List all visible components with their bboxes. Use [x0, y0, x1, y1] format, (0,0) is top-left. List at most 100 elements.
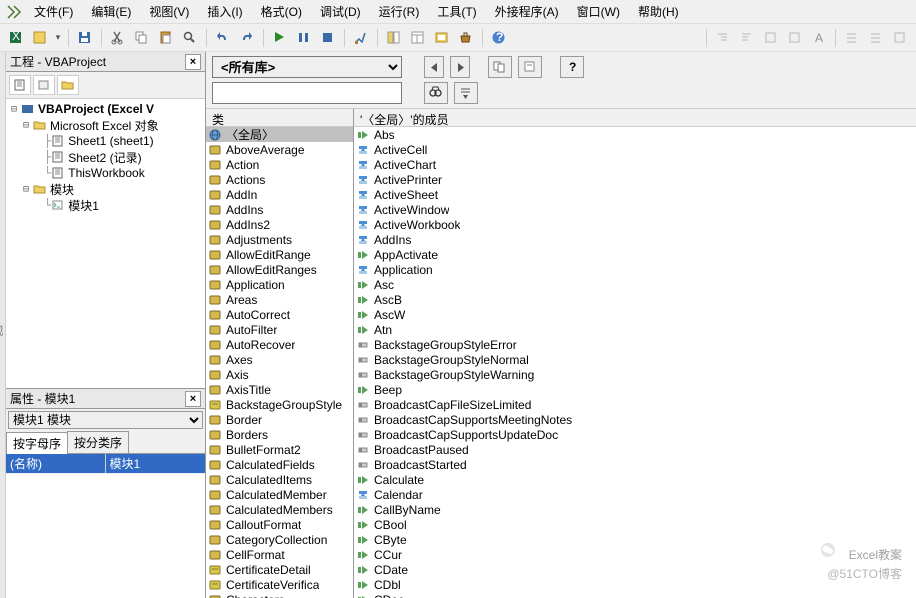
member-item[interactable]: CallByName — [354, 502, 916, 517]
class-item[interactable]: Adjustments — [206, 232, 353, 247]
member-item[interactable]: Application — [354, 262, 916, 277]
menu-debug[interactable]: 调试(D) — [312, 1, 369, 22]
class-item[interactable]: AddIns — [206, 202, 353, 217]
tb-icon-3[interactable] — [761, 28, 781, 48]
classes-list[interactable]: 〈全局〉AboveAverageActionActionsAddInAddIns… — [206, 127, 353, 598]
class-item[interactable]: CertificateDetail — [206, 562, 353, 577]
member-item[interactable]: Atn — [354, 322, 916, 337]
class-item[interactable]: CalculatedMember — [206, 487, 353, 502]
collapse-icon[interactable]: ⊟ — [20, 120, 32, 131]
member-item[interactable]: ActiveWorkbook — [354, 217, 916, 232]
tree-thisworkbook[interactable]: └ ThisWorkbook — [8, 165, 203, 181]
menu-window[interactable]: 窗口(W) — [569, 1, 628, 22]
member-item[interactable]: Beep — [354, 382, 916, 397]
design-icon[interactable] — [351, 28, 371, 48]
tb-icon-6[interactable] — [842, 28, 862, 48]
properties-grid[interactable]: (名称) 模块1 — [6, 454, 205, 598]
menu-edit[interactable]: 编辑(E) — [83, 1, 139, 22]
class-item[interactable]: BulletFormat2 — [206, 442, 353, 457]
member-item[interactable]: AddIns — [354, 232, 916, 247]
member-item[interactable]: BroadcastCapFileSizeLimited — [354, 397, 916, 412]
view-code-icon[interactable] — [9, 75, 31, 95]
member-item[interactable]: ActiveWindow — [354, 202, 916, 217]
menu-tools[interactable]: 工具(T) — [429, 1, 484, 22]
property-row[interactable]: (名称) 模块1 — [6, 454, 205, 474]
tb-icon-4[interactable] — [785, 28, 805, 48]
class-item[interactable]: CalculatedMembers — [206, 502, 353, 517]
class-item[interactable]: CalculatedItems — [206, 472, 353, 487]
help-icon[interactable]: ? — [560, 56, 584, 78]
find-icon[interactable] — [180, 28, 200, 48]
search-icon[interactable] — [424, 82, 448, 104]
member-item[interactable]: AppActivate — [354, 247, 916, 262]
form-icon[interactable] — [30, 28, 50, 48]
tree-project-root[interactable]: ⊟ VBAProject (Excel V — [8, 101, 203, 117]
view-object-icon[interactable] — [33, 75, 55, 95]
tree-sheet1[interactable]: ├ Sheet1 (sheet1) — [8, 133, 203, 149]
tree-modules[interactable]: ⊟ 模块 — [8, 181, 203, 197]
menu-addins[interactable]: 外接程序(A) — [487, 1, 567, 22]
tree-module1[interactable]: └ 模块1 — [8, 197, 203, 213]
class-item[interactable]: AxisTitle — [206, 382, 353, 397]
member-item[interactable]: BackstageGroupStyleWarning — [354, 367, 916, 382]
class-item[interactable]: Border — [206, 412, 353, 427]
member-item[interactable]: BroadcastCapSupportsUpdateDoc — [354, 427, 916, 442]
member-item[interactable]: CBool — [354, 517, 916, 532]
tb-icon-8[interactable] — [890, 28, 910, 48]
member-item[interactable]: AscB — [354, 292, 916, 307]
collapse-icon[interactable]: ⊟ — [8, 104, 20, 115]
member-item[interactable]: CDate — [354, 562, 916, 577]
menu-format[interactable]: 格式(O) — [253, 1, 310, 22]
member-item[interactable]: ActiveChart — [354, 157, 916, 172]
reset-icon[interactable] — [318, 28, 338, 48]
member-item[interactable]: Calendar — [354, 487, 916, 502]
show-search-results-icon[interactable] — [454, 82, 478, 104]
save-icon[interactable] — [75, 28, 95, 48]
break-icon[interactable] — [294, 28, 314, 48]
toggle-folders-icon[interactable] — [57, 75, 79, 95]
menu-insert[interactable]: 插入(I) — [199, 1, 250, 22]
class-item[interactable]: Borders — [206, 427, 353, 442]
class-item[interactable]: AutoCorrect — [206, 307, 353, 322]
member-item[interactable]: ActivePrinter — [354, 172, 916, 187]
class-item[interactable]: CategoryCollection — [206, 532, 353, 547]
tab-category[interactable]: 按分类序 — [67, 431, 129, 453]
member-item[interactable]: CDbl — [354, 577, 916, 592]
class-item[interactable]: Actions — [206, 172, 353, 187]
tab-alpha[interactable]: 按字母序 — [6, 432, 68, 454]
member-item[interactable]: BackstageGroupStyleError — [354, 337, 916, 352]
class-item[interactable]: AllowEditRange — [206, 247, 353, 262]
nav-back-icon[interactable] — [424, 56, 444, 78]
help-icon[interactable] — [489, 28, 509, 48]
menu-help[interactable]: 帮助(H) — [630, 1, 687, 22]
class-item[interactable]: BackstageGroupStyle — [206, 397, 353, 412]
member-item[interactable]: CDec — [354, 592, 916, 598]
object-select[interactable]: 模块1 模块 — [8, 411, 203, 429]
member-item[interactable]: CByte — [354, 532, 916, 547]
project-tree[interactable]: ⊟ VBAProject (Excel V ⊟ Microsoft Excel … — [6, 99, 205, 388]
class-item[interactable]: Application — [206, 277, 353, 292]
member-item[interactable]: Abs — [354, 127, 916, 142]
tb-icon-7[interactable] — [866, 28, 886, 48]
cut-icon[interactable] — [108, 28, 128, 48]
close-icon[interactable]: × — [185, 54, 201, 70]
excel-icon[interactable] — [6, 28, 26, 48]
class-item[interactable]: Axis — [206, 367, 353, 382]
tb-icon-5[interactable]: A — [809, 28, 829, 48]
toolbox-icon[interactable] — [456, 28, 476, 48]
redo-icon[interactable] — [237, 28, 257, 48]
menu-view[interactable]: 视图(V) — [141, 1, 197, 22]
form-dropdown[interactable]: ▾ — [54, 28, 62, 48]
class-item[interactable]: Areas — [206, 292, 353, 307]
tree-sheet2[interactable]: ├ Sheet2 (记录) — [8, 149, 203, 165]
class-item[interactable]: 〈全局〉 — [206, 127, 353, 142]
tree-excel-objects[interactable]: ⊟ Microsoft Excel 对象 — [8, 117, 203, 133]
class-item[interactable]: AboveAverage — [206, 142, 353, 157]
object-browser-icon[interactable] — [432, 28, 452, 48]
class-item[interactable]: CellFormat — [206, 547, 353, 562]
class-item[interactable]: CalloutFormat — [206, 517, 353, 532]
class-item[interactable]: CalculatedFields — [206, 457, 353, 472]
menu-file[interactable]: 文件(F) — [26, 1, 81, 22]
class-item[interactable]: Characters — [206, 592, 353, 598]
property-value[interactable]: 模块1 — [106, 454, 206, 473]
